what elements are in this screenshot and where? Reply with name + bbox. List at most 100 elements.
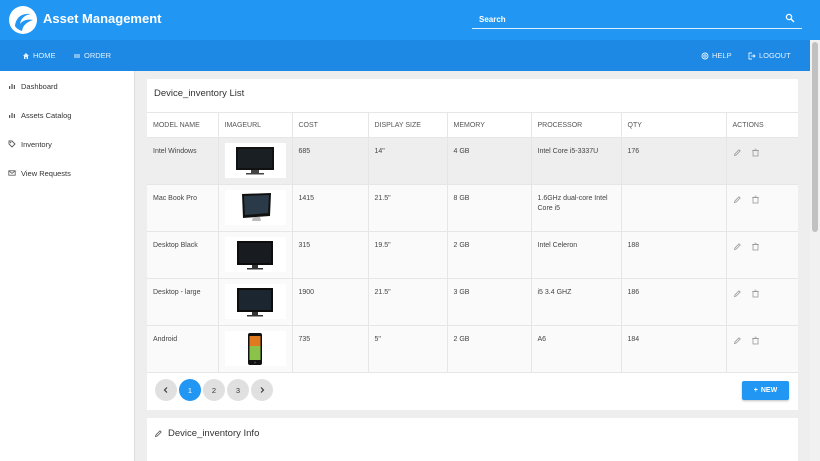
nav-bar: HOME ORDER HELP LOGOUT [0, 40, 810, 71]
monitor-thumbnail [224, 284, 286, 319]
edit-icon[interactable] [733, 195, 742, 204]
table-row[interactable]: Android 735 5" 2 GB A6 184 [147, 325, 798, 373]
next-page-button[interactable] [251, 379, 273, 401]
column-header[interactable]: MODEL NAME [147, 112, 219, 138]
device-inventory-info-card: Device_inventory Info [147, 418, 798, 461]
cell-cost: 735 [292, 325, 369, 373]
sidebar-item-label: Assets Catalog [21, 110, 72, 120]
column-header[interactable]: PROCESSOR [531, 112, 622, 138]
app-header: Asset Management [0, 0, 820, 40]
previous-page-button[interactable] [155, 379, 177, 401]
imac-thumbnail [224, 190, 286, 225]
cell-model: Intel Windows [147, 137, 219, 185]
cell-actions [726, 231, 798, 279]
device-inventory-table: MODEL NAME IMAGEURL COST DISPLAY SIZE ME… [147, 112, 798, 373]
table-row[interactable]: Desktop - large 1900 21.5" 3 GB i5 3.4 G… [147, 278, 798, 326]
cell-actions [726, 137, 798, 185]
table-row[interactable]: Intel Windows 685 14" 4 GB Intel Core i5… [147, 137, 798, 185]
cell-memory: 3 GB [447, 278, 532, 326]
page-button-3[interactable]: 3 [227, 379, 249, 401]
sidebar-item-view-requests[interactable]: View Requests [8, 166, 71, 180]
list-title: Device_inventory List [154, 88, 245, 99]
trash-icon[interactable] [751, 289, 760, 298]
new-button[interactable]: + NEW [742, 381, 789, 400]
nav-help-label: HELP [712, 51, 732, 60]
chevron-right-icon [260, 387, 265, 393]
column-header[interactable]: IMAGEURL [218, 112, 293, 138]
trash-icon[interactable] [751, 336, 760, 345]
monitor-thumbnail [224, 237, 286, 272]
column-header[interactable]: QTY [621, 112, 727, 138]
search-bar[interactable] [472, 9, 802, 29]
cell-qty: 176 [621, 137, 727, 185]
cell-actions [726, 278, 798, 326]
nav-order-label: ORDER [84, 51, 112, 60]
cell-processor: A6 [531, 325, 622, 373]
nav-order[interactable]: ORDER [73, 40, 111, 71]
phone-thumbnail [224, 331, 286, 366]
search-input[interactable] [472, 10, 772, 29]
edit-icon[interactable] [733, 289, 742, 298]
column-header[interactable]: COST [292, 112, 369, 138]
column-header[interactable]: DISPLAY SIZE [368, 112, 448, 138]
trash-icon[interactable] [751, 242, 760, 251]
cell-memory: 2 GB [447, 325, 532, 373]
edit-icon[interactable] [733, 336, 742, 345]
cell-display: 14" [368, 137, 448, 185]
cell-memory: 2 GB [447, 231, 532, 279]
cell-memory: 4 GB [447, 137, 532, 185]
column-header[interactable]: MEMORY [447, 112, 532, 138]
plus-icon: + [753, 387, 758, 394]
chevron-left-icon [163, 387, 168, 393]
cell-display: 21.5" [368, 184, 448, 232]
cell-image [218, 325, 293, 373]
cell-cost: 1900 [292, 278, 369, 326]
trash-icon[interactable] [751, 148, 760, 157]
page-scrollbar[interactable] [810, 40, 820, 461]
home-icon [23, 52, 29, 59]
cell-cost: 1415 [292, 184, 369, 232]
sidebar-item-label: Inventory [21, 139, 52, 149]
search-icon[interactable] [785, 13, 795, 23]
cell-processor: Intel Core i5-3337U [531, 137, 622, 185]
logout-icon [748, 52, 756, 59]
cell-model: Mac Book Pro [147, 184, 219, 232]
trash-icon[interactable] [751, 195, 760, 204]
nav-home[interactable]: HOME [22, 40, 56, 71]
help-icon [701, 52, 709, 59]
list-icon [74, 54, 80, 57]
sidebar-item-label: View Requests [21, 168, 71, 178]
cell-qty: 186 [621, 278, 727, 326]
cell-processor: Intel Celeron [531, 231, 622, 279]
nav-home-label: HOME [33, 51, 56, 60]
edit-icon[interactable] [733, 242, 742, 251]
page-button-1[interactable]: 1 [179, 379, 201, 401]
pencil-icon [154, 430, 162, 438]
new-button-label: NEW [760, 387, 778, 394]
cell-image [218, 137, 293, 185]
tag-icon [8, 140, 16, 148]
cell-image [218, 184, 293, 232]
edit-icon[interactable] [733, 148, 742, 157]
cell-model: Desktop Black [147, 231, 219, 279]
cell-model: Desktop - large [147, 278, 219, 326]
nav-logout[interactable]: LOGOUT [748, 40, 791, 71]
cell-qty [621, 184, 727, 232]
device-inventory-list-card: Device_inventory List MODEL NAME IMAGEUR… [147, 79, 798, 410]
bar-chart-icon [9, 113, 15, 118]
nav-help[interactable]: HELP [701, 40, 732, 71]
cell-image [218, 231, 293, 279]
cell-display: 19.5" [368, 231, 448, 279]
cell-actions [726, 325, 798, 373]
sidebar-item-dashboard[interactable]: Dashboard [8, 79, 58, 93]
app-title: Asset Management [43, 11, 162, 26]
scrollbar-thumb[interactable] [812, 42, 818, 232]
table-row[interactable]: Desktop Black 315 19.5" 2 GB Intel Celer… [147, 231, 798, 279]
info-title: Device_inventory Info [168, 428, 260, 439]
info-title-row: Device_inventory Info [154, 428, 259, 439]
sidebar-item-assets-catalog[interactable]: Assets Catalog [8, 108, 71, 122]
table-row[interactable]: Mac Book Pro 1415 21.5" 8 GB 1.6GHz dual… [147, 184, 798, 232]
sidebar-item-inventory[interactable]: Inventory [8, 137, 52, 151]
cell-processor: i5 3.4 GHZ [531, 278, 622, 326]
page-button-2[interactable]: 2 [203, 379, 225, 401]
